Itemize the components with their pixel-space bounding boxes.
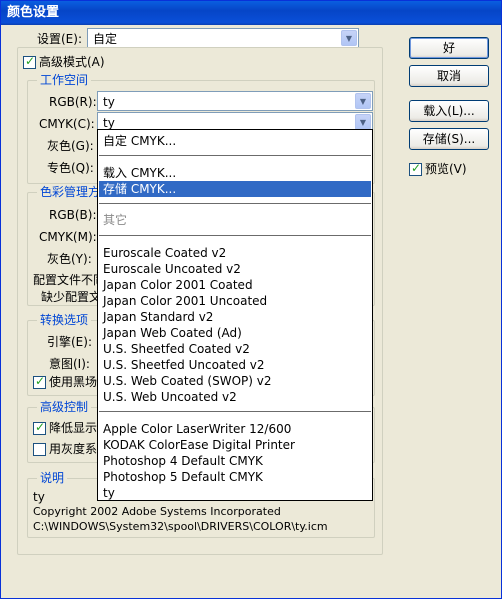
gray-label: 灰色(G): bbox=[47, 139, 94, 153]
cmyk-dropdown-list: 自定 CMYK... 载入 CMYK... 存储 CMYK... 其它 Euro… bbox=[97, 129, 373, 501]
dropdown-separator bbox=[99, 203, 371, 204]
black-point-label: 使用黑场 bbox=[49, 375, 98, 389]
dropdown-item[interactable]: Euroscale Uncoated v2 bbox=[99, 261, 371, 277]
dropdown-item[interactable]: U.S. Web Coated (SWOP) v2 bbox=[99, 373, 371, 389]
dropdown-item[interactable]: U.S. Sheetfed Uncoated v2 bbox=[99, 357, 371, 373]
cancel-button[interactable]: 取消 bbox=[409, 65, 489, 87]
settings-value: 自定 bbox=[93, 32, 118, 46]
gray-gamma-label: 用灰度系 bbox=[49, 442, 98, 456]
description-line-3: C:\WINDOWS\System32\spool\DRIVERS\COLOR\… bbox=[33, 520, 328, 533]
dropdown-item[interactable]: U.S. Sheetfed Coated v2 bbox=[99, 341, 371, 357]
intent-label: 意图(I): bbox=[49, 357, 90, 371]
checkmark-icon: ✓ bbox=[35, 420, 46, 434]
cmyk-label: CMYK(C): bbox=[39, 117, 95, 131]
cm-cmyk-label: CMYK(M): bbox=[39, 230, 97, 244]
dropdown-item[interactable]: Japan Standard v2 bbox=[99, 309, 371, 325]
desaturate-label: 降低显示 bbox=[49, 421, 98, 435]
color-settings-dialog: 颜色设置 设置(E): 自定 ▼ ✓ 高级模式(A) 工作空间 RGB(R): … bbox=[0, 0, 502, 599]
checkmark-icon: ✓ bbox=[411, 161, 422, 175]
description-line-1: ty bbox=[33, 490, 45, 504]
desaturate-checkbox[interactable]: ✓ bbox=[33, 420, 46, 435]
advanced-controls-title: 高级控制 bbox=[37, 400, 92, 414]
dropdown-item-custom-cmyk[interactable]: 自定 CMYK... bbox=[99, 133, 371, 149]
dropdown-separator bbox=[99, 235, 371, 236]
conversion-options-title: 转换选项 bbox=[37, 313, 92, 327]
chevron-down-icon[interactable]: ▼ bbox=[355, 114, 371, 130]
save-button[interactable]: 存储(S)... bbox=[409, 128, 489, 150]
rgb-value: ty bbox=[103, 95, 115, 109]
rgb-working-space-select[interactable]: ty ▼ bbox=[97, 91, 373, 111]
ok-button[interactable]: 好 bbox=[409, 37, 489, 59]
dropdown-item-save-cmyk[interactable]: 存储 CMYK... bbox=[99, 181, 371, 197]
window-title: 颜色设置 bbox=[1, 1, 501, 25]
gray-gamma-checkbox[interactable] bbox=[33, 443, 46, 456]
chevron-down-icon[interactable]: ▼ bbox=[355, 93, 371, 109]
dropdown-item[interactable]: Apple Color LaserWriter 12/600 bbox=[99, 421, 371, 437]
dropdown-item[interactable]: Japan Color 2001 Coated bbox=[99, 277, 371, 293]
dropdown-item-other: 其它 bbox=[103, 213, 128, 227]
dropdown-item[interactable]: Photoshop 4 Default CMYK bbox=[99, 453, 371, 469]
dropdown-item-load-cmyk[interactable]: 载入 CMYK... bbox=[99, 165, 371, 181]
preview-checkbox[interactable]: ✓ bbox=[409, 161, 422, 176]
engine-label: 引擎(E): bbox=[47, 335, 92, 349]
load-button[interactable]: 载入(L)... bbox=[409, 100, 489, 122]
working-spaces-title: 工作空间 bbox=[37, 73, 92, 87]
cm-rgb-label: RGB(B): bbox=[49, 208, 97, 222]
settings-select[interactable]: 自定 ▼ bbox=[87, 28, 359, 48]
description-line-2: Copyright 2002 Adobe Systems Incorporate… bbox=[33, 505, 281, 518]
dropdown-item[interactable]: Japan Web Coated (Ad) bbox=[99, 325, 371, 341]
dropdown-item[interactable]: Japan Color 2001 Uncoated bbox=[99, 293, 371, 309]
dropdown-item[interactable]: Photoshop 5 Default CMYK bbox=[99, 469, 371, 485]
dropdown-item[interactable]: KODAK ColorEase Digital Printer bbox=[99, 437, 371, 453]
dropdown-item[interactable]: Euroscale Coated v2 bbox=[99, 245, 371, 261]
chevron-down-icon[interactable]: ▼ bbox=[341, 30, 357, 46]
dropdown-item[interactable]: U.S. Web Uncoated v2 bbox=[99, 389, 371, 405]
dropdown-item[interactable]: ty bbox=[99, 485, 371, 501]
cm-gray-label: 灰色(Y): bbox=[47, 252, 92, 266]
dropdown-separator bbox=[99, 411, 371, 412]
checkmark-icon: ✓ bbox=[35, 374, 46, 388]
black-point-checkbox[interactable]: ✓ bbox=[33, 374, 46, 389]
dropdown-separator bbox=[99, 155, 371, 156]
settings-label: 设置(E): bbox=[37, 32, 82, 46]
color-management-title: 色彩管理方 bbox=[37, 185, 104, 199]
preview-label: 预览(V) bbox=[425, 162, 467, 176]
profile-mismatch-label: 配置文件不同 bbox=[33, 273, 106, 287]
spot-label: 专色(Q): bbox=[47, 161, 94, 175]
description-title: 说明 bbox=[37, 471, 68, 485]
missing-profile-label: 缺少配置文 bbox=[41, 290, 102, 304]
rgb-label: RGB(R): bbox=[49, 95, 97, 109]
